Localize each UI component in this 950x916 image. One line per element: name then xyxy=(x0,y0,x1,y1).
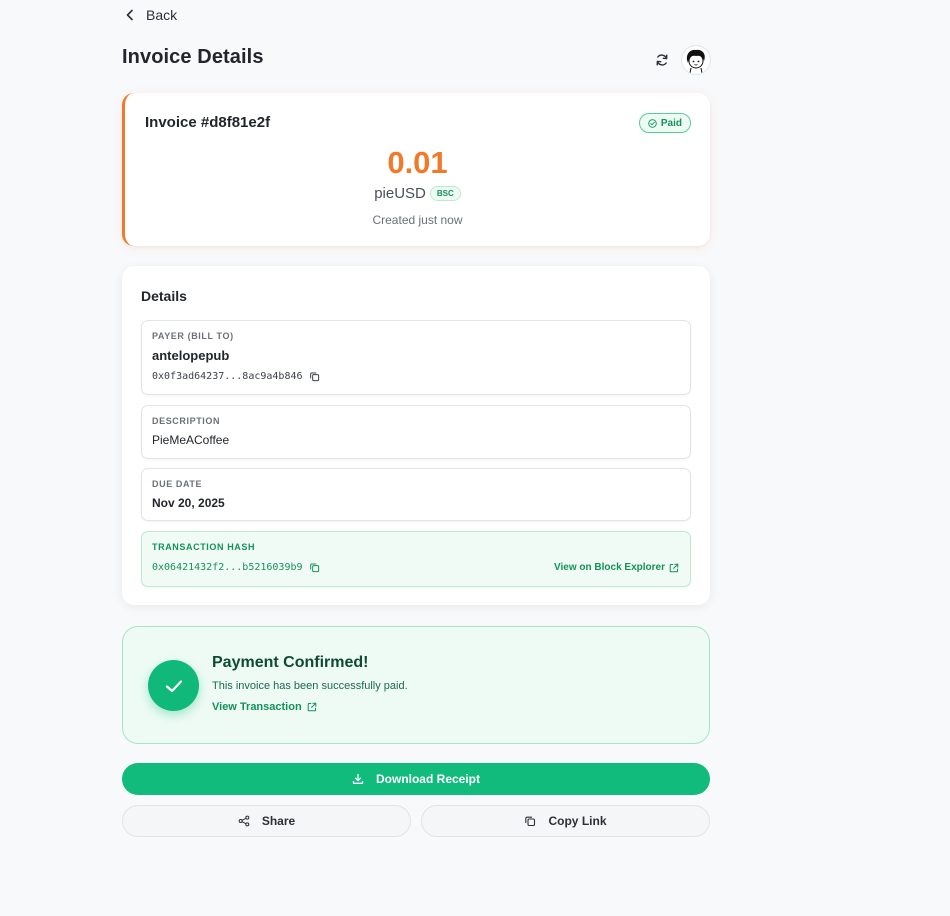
back-button[interactable]: Back xyxy=(124,5,177,25)
created-timestamp: Created just now xyxy=(372,213,463,227)
due-date-value: Nov 20, 2025 xyxy=(152,496,225,510)
share-button[interactable]: Share xyxy=(122,805,411,837)
due-date-label: DUE DATE xyxy=(152,479,203,489)
invoice-amount: 0.01 xyxy=(387,145,448,180)
copy-icon xyxy=(524,815,536,827)
external-link-icon xyxy=(307,702,317,712)
details-card: Details PAYER (BILL TO) antelopepub 0x0f… xyxy=(122,266,710,605)
transaction-hash-row: 0x06421432f2...b5216039b9 xyxy=(152,562,320,573)
copy-link-label: Copy Link xyxy=(548,814,607,828)
copy-icon[interactable] xyxy=(309,371,320,382)
currency-row: pieUSD BSC xyxy=(125,185,710,202)
description-field: DESCRIPTION PieMeACoffee xyxy=(141,405,691,459)
share-label: Share xyxy=(261,814,296,828)
payment-confirmed-card: Payment Confirmed! This invoice has been… xyxy=(122,626,710,744)
status-badge: Paid xyxy=(638,113,691,133)
payer-address: 0x0f3ad64237...8ac9a4b846 xyxy=(152,371,303,382)
view-transaction-label: View Transaction xyxy=(212,701,302,713)
chain-badge: BSC xyxy=(429,186,461,201)
copy-link-button[interactable]: Copy Link xyxy=(421,805,710,837)
checkmark-icon xyxy=(148,660,199,711)
invoice-summary-card: Invoice #d8f81e2f Paid 0.01 pieUSD BSC C… xyxy=(122,93,710,246)
transaction-hash: 0x06421432f2...b5216039b9 xyxy=(152,562,303,573)
chevron-left-icon xyxy=(124,9,136,21)
view-on-block-explorer-link[interactable]: View on Block Explorer xyxy=(554,562,679,573)
share-icon xyxy=(238,815,250,827)
invoice-number: Invoice #d8f81e2f xyxy=(145,114,271,131)
due-date-field: DUE DATE Nov 20, 2025 xyxy=(141,468,691,521)
payer-name: antelopepub xyxy=(152,348,230,363)
details-title: Details xyxy=(141,288,187,304)
description-label: DESCRIPTION xyxy=(152,416,221,426)
view-transaction-link[interactable]: View Transaction xyxy=(212,701,317,713)
page-title: Invoice Details xyxy=(122,46,264,68)
confirmation-title: Payment Confirmed! xyxy=(212,654,369,671)
status-badge-label: Paid xyxy=(660,117,682,129)
download-receipt-button[interactable]: Download Receipt xyxy=(122,763,710,795)
transaction-hash-field: TRANSACTION HASH 0x06421432f2...b5216039… xyxy=(141,531,691,587)
download-receipt-label: Download Receipt xyxy=(375,772,480,786)
currency-label: pieUSD xyxy=(374,185,426,202)
refresh-icon[interactable] xyxy=(653,51,671,69)
check-circle-icon xyxy=(648,118,657,128)
explorer-link-label: View on Block Explorer xyxy=(554,562,665,573)
confirmation-message: This invoice has been successfully paid. xyxy=(212,680,408,692)
external-link-icon xyxy=(669,563,679,573)
description-value: PieMeACoffee xyxy=(152,433,230,447)
payer-address-row: 0x0f3ad64237...8ac9a4b846 xyxy=(152,371,320,382)
payer-field: PAYER (BILL TO) antelopepub 0x0f3ad64237… xyxy=(141,320,691,395)
copy-icon[interactable] xyxy=(309,562,320,573)
transaction-hash-label: TRANSACTION HASH xyxy=(152,542,256,552)
avatar-illustration-icon xyxy=(686,49,705,74)
download-icon xyxy=(352,773,364,785)
payer-label: PAYER (BILL TO) xyxy=(152,331,234,341)
back-label: Back xyxy=(146,7,178,23)
avatar[interactable] xyxy=(681,45,711,75)
